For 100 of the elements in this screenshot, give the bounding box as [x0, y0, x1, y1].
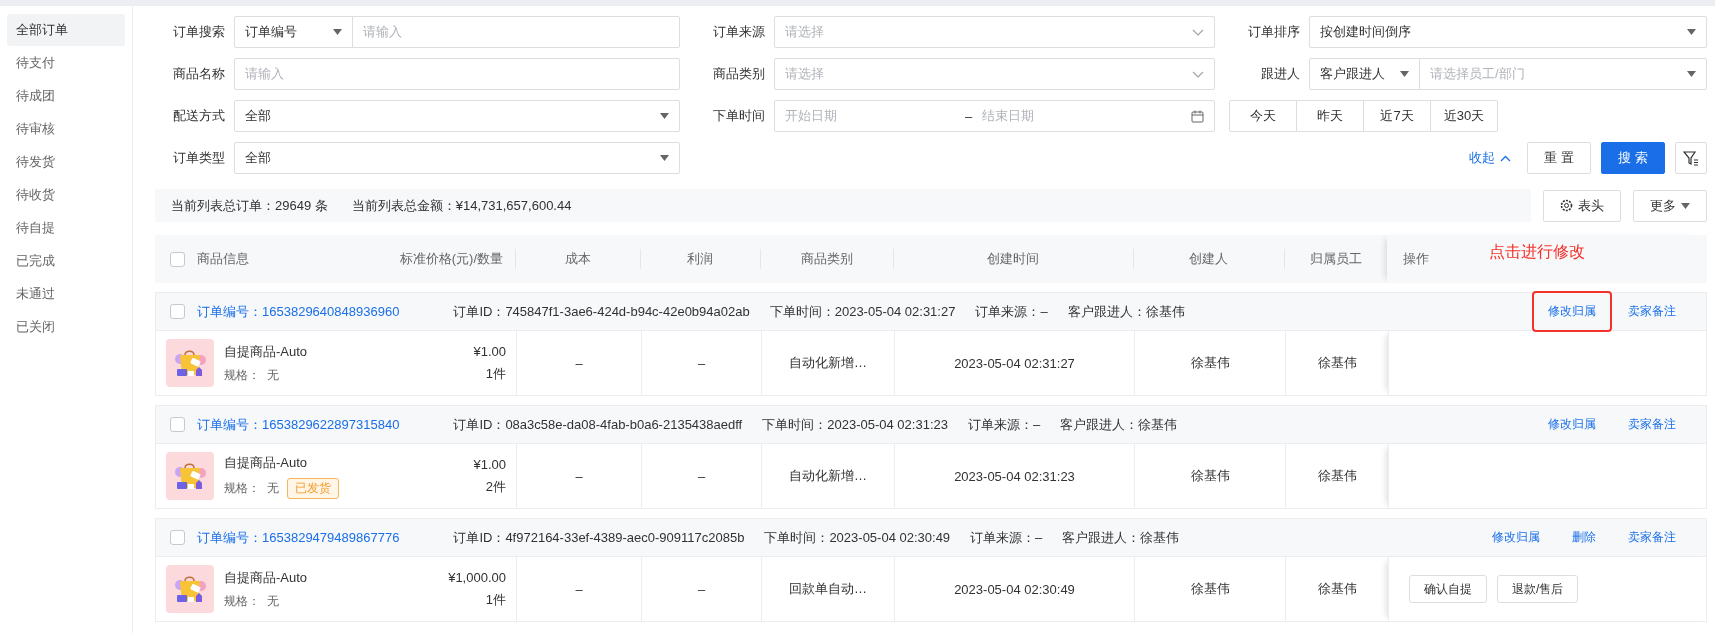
table-cell: –	[575, 355, 583, 371]
sidebar-item[interactable]: 待成团	[7, 80, 125, 112]
action-link[interactable]: 修改归属	[1532, 404, 1612, 445]
order-action-button[interactable]: 确认自提	[1409, 575, 1487, 603]
more-button[interactable]: 更多	[1633, 189, 1707, 222]
sidebar-item[interactable]: 已完成	[7, 245, 125, 277]
caret-down-icon	[1687, 71, 1696, 77]
product-quantity: 1件	[485, 590, 506, 609]
column-header: 创建人	[1189, 250, 1228, 268]
product-spec: 规格： 无	[224, 366, 279, 384]
order-action-button[interactable]: 退款/售后	[1497, 575, 1579, 603]
column-header: 商品信息	[197, 250, 249, 268]
caret-down-icon	[660, 155, 669, 161]
product-name: 自提商品-Auto	[224, 342, 309, 361]
search-button[interactable]: 搜 索	[1601, 142, 1665, 174]
quick-date-button[interactable]: 今天	[1229, 100, 1297, 132]
quick-date-button[interactable]: 近7天	[1363, 100, 1431, 132]
order-meta: 订单ID：745847f1-3ae6-424d-b94c-42e0b94a02ab	[453, 302, 750, 321]
table-cell: 2023-05-04 02:30:49	[954, 581, 1075, 597]
table-cell: –	[697, 468, 706, 484]
table-cell: 徐基伟	[1317, 467, 1357, 485]
caret-down-icon	[660, 113, 669, 119]
order-meta: 订单来源：–	[975, 302, 1048, 321]
table-cell: –	[697, 581, 706, 597]
order-meta: 客户跟进人：徐基伟	[1067, 302, 1185, 321]
reset-button[interactable]: 重 置	[1527, 142, 1591, 174]
quick-date-button[interactable]: 昨天	[1296, 100, 1364, 132]
caret-down-icon	[1687, 29, 1696, 35]
chevron-down-icon	[1192, 28, 1204, 36]
product-spec: 规格： 无	[224, 592, 279, 610]
action-link[interactable]: 卖家备注	[1612, 291, 1692, 332]
order-meta: 客户跟进人：徐基伟	[1060, 415, 1178, 434]
sidebar-item[interactable]: 待支付	[7, 47, 125, 79]
quick-date-button[interactable]: 近30天	[1430, 100, 1498, 132]
sidebar-item[interactable]: 待收货	[7, 179, 125, 211]
product-price: ¥1.00	[473, 456, 506, 472]
sidebar-item[interactable]: 待审核	[7, 113, 125, 145]
filter-button[interactable]	[1675, 142, 1707, 174]
order-meta: 下单时间：2023-05-04 02:31:27	[769, 302, 956, 321]
table-cell: 徐基伟	[1190, 354, 1230, 372]
table-cell: 回款单自动…	[789, 580, 867, 598]
order-number-link[interactable]: 订单编号：1653829640848936960	[197, 302, 400, 321]
action-link[interactable]: 修改归属	[1532, 291, 1612, 332]
action-link[interactable]: 修改归属	[1476, 517, 1556, 558]
columns-button[interactable]: 表头	[1543, 189, 1621, 222]
table-cell: 2023-05-04 02:31:23	[954, 468, 1075, 484]
select-field[interactable]: 客户跟进人 请选择员工/部门	[1309, 58, 1707, 90]
caret-down-icon	[1400, 71, 1409, 77]
filter-label: 订单搜索	[172, 23, 225, 41]
filter-label: 商品类别	[712, 65, 765, 83]
checkbox[interactable]	[170, 530, 185, 545]
table-cell: 徐基伟	[1190, 580, 1230, 598]
product-quantity: 1件	[485, 364, 506, 383]
action-link[interactable]: 删除	[1556, 517, 1612, 558]
checkbox[interactable]	[170, 251, 185, 267]
filter-label: 订单排序	[1247, 23, 1300, 41]
column-header: 标准价格(元)/数量	[399, 250, 503, 268]
table-cell: –	[575, 581, 583, 597]
summary-text: 当前列表总金额：¥14,731,657,600.44	[351, 196, 572, 215]
filter-label: 订单类型	[172, 149, 225, 167]
table-cell: 徐基伟	[1317, 580, 1357, 598]
select-field[interactable]: 按创建时间倒序	[1309, 16, 1707, 48]
column-header: 操作	[1403, 250, 1429, 268]
sidebar-item[interactable]: 全部订单	[7, 14, 125, 46]
summary-text: 当前列表总订单：29649 条	[171, 196, 328, 215]
caret-down-icon	[333, 29, 342, 35]
sidebar-item[interactable]: 待自提	[7, 212, 125, 244]
action-link[interactable]: 卖家备注	[1612, 517, 1692, 558]
select-field[interactable]: 全部	[234, 142, 680, 174]
select-field[interactable]: 全部	[234, 100, 680, 132]
settings-icon	[1560, 199, 1573, 212]
chevron-up-icon	[1500, 154, 1512, 162]
order-meta: 订单ID：4f972164-33ef-4389-aec0-909117c2085b	[453, 528, 745, 547]
filter-label: 商品名称	[172, 65, 225, 83]
order-meta: 下单时间：2023-05-04 02:31:23	[762, 415, 948, 434]
order-meta: 订单ID：08a3c58e-da08-4fab-b0a6-2135438aedff	[453, 415, 743, 434]
product-price: ¥1.00	[473, 343, 506, 359]
caret-down-icon	[1681, 202, 1690, 209]
column-header: 商品类别	[800, 250, 853, 268]
search-field[interactable]: 订单编号 请输入	[234, 16, 680, 48]
column-header: 创建时间	[987, 250, 1039, 268]
checkbox[interactable]	[170, 304, 185, 319]
product-price: ¥1,000.00	[448, 569, 506, 585]
sidebar-item[interactable]: 待发货	[7, 146, 125, 178]
sidebar-item[interactable]: 已关闭	[7, 311, 125, 343]
collapse-link[interactable]: 收起	[1463, 149, 1518, 167]
chevron-down-icon	[1192, 70, 1204, 78]
order-meta: 订单来源：–	[967, 415, 1041, 434]
filter-label: 跟进人	[1260, 65, 1300, 83]
order-number-link[interactable]: 订单编号：1653829622897315840	[197, 415, 400, 434]
checkbox[interactable]	[170, 417, 185, 432]
table-cell: 徐基伟	[1317, 354, 1357, 372]
sidebar-item[interactable]: 未通过	[7, 278, 125, 310]
status-tag: 已发货	[286, 477, 339, 499]
action-link[interactable]: 卖家备注	[1612, 404, 1692, 445]
column-header: 归属员工	[1309, 250, 1362, 268]
filter-label: 订单来源	[712, 23, 765, 41]
order-number-link[interactable]: 订单编号：1653829479489867776	[197, 528, 400, 547]
date-range-field[interactable]: 开始日期 – 结束日期	[774, 100, 1215, 132]
table-cell: 2023-05-04 02:31:27	[954, 355, 1075, 371]
